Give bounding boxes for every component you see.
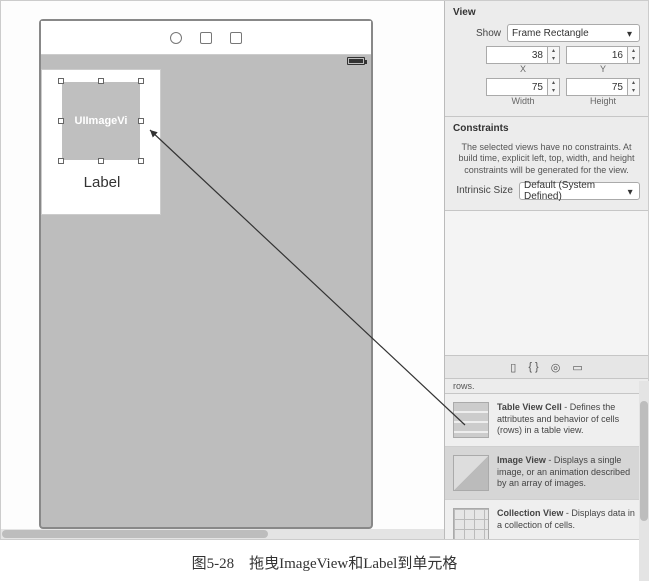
library-item-collection-view[interactable]: Collection View - Displays data in a col…: [445, 500, 648, 539]
truncated-item-text: rows.: [445, 379, 648, 394]
scene-toolbar: [41, 21, 371, 55]
chevron-down-icon: ▾: [628, 187, 635, 195]
resize-handle-ml[interactable]: [58, 118, 64, 124]
y-field[interactable]: 16: [566, 46, 628, 64]
resize-handle-tm[interactable]: [98, 78, 104, 84]
show-select[interactable]: Frame Rectangle ▾: [507, 24, 640, 42]
canvas-scrollbar-h[interactable]: [1, 529, 444, 539]
resize-handle-br[interactable]: [138, 158, 144, 164]
width-stepper[interactable]: ▴▾: [548, 78, 560, 96]
constraints-section: Constraints The selected views have no c…: [445, 117, 648, 211]
resize-handle-bl[interactable]: [58, 158, 64, 164]
y-stepper[interactable]: ▴▾: [628, 46, 640, 64]
height-sublabel: Height: [566, 96, 640, 106]
view-section: View Show Frame Rectangle ▾ 38▴▾ X 16▴▾: [445, 1, 648, 117]
status-bar: [41, 55, 371, 69]
resize-handle-tr[interactable]: [138, 78, 144, 84]
resize-handle-tl[interactable]: [58, 78, 64, 84]
library-tabs: ▯ { } ◎ ▭: [445, 355, 648, 379]
view-section-title: View: [453, 7, 640, 18]
figure-caption: 图5-28 拖曳ImageView和Label到单元格: [0, 540, 649, 573]
code-snippet-tab-icon[interactable]: { }: [528, 361, 538, 373]
file-template-tab-icon[interactable]: ▯: [510, 361, 516, 374]
interface-builder-canvas[interactable]: UIImageVi Label: [1, 1, 444, 539]
width-sublabel: Width: [486, 96, 560, 106]
intrinsic-size-select[interactable]: Default (System Defined) ▾: [519, 182, 640, 200]
intrinsic-size-label: Intrinsic Size: [453, 185, 513, 196]
constraints-text: The selected views have no constraints. …: [453, 140, 640, 178]
y-sublabel: Y: [566, 64, 640, 74]
x-sublabel: X: [486, 64, 560, 74]
view-controller-icon[interactable]: [170, 32, 182, 44]
resize-handle-bm[interactable]: [98, 158, 104, 164]
table-view-cell[interactable]: UIImageVi Label: [41, 69, 161, 215]
device-frame: UIImageVi Label: [39, 19, 373, 529]
exit-icon[interactable]: [230, 32, 242, 44]
image-view-icon: [453, 455, 489, 491]
battery-icon: [347, 57, 365, 65]
constraints-title: Constraints: [453, 123, 640, 134]
object-library[interactable]: Table View Cell - Defines the attributes…: [445, 394, 648, 539]
show-label: Show: [453, 28, 501, 39]
chevron-down-icon: ▾: [627, 29, 635, 37]
object-library-tab-icon[interactable]: ◎: [551, 361, 561, 374]
first-responder-icon[interactable]: [200, 32, 212, 44]
collection-view-icon: [453, 508, 489, 539]
height-field[interactable]: 75: [566, 78, 628, 96]
library-item-image-view[interactable]: Image View - Displays a single image, or…: [445, 447, 648, 500]
resize-handle-mr[interactable]: [138, 118, 144, 124]
x-stepper[interactable]: ▴▾: [548, 46, 560, 64]
uiimageview-selected[interactable]: UIImageVi: [62, 82, 140, 160]
uiimageview-placeholder-text: UIImageVi: [75, 115, 128, 127]
height-stepper[interactable]: ▴▾: [628, 78, 640, 96]
media-library-tab-icon[interactable]: ▭: [572, 361, 582, 374]
inspector-panel: View Show Frame Rectangle ▾ 38▴▾ X 16▴▾: [444, 1, 648, 539]
x-field[interactable]: 38: [486, 46, 548, 64]
table-view-cell-icon: [453, 402, 489, 438]
width-field[interactable]: 75: [486, 78, 548, 96]
editor-window: UIImageVi Label View Show: [0, 0, 649, 540]
library-item-table-view-cell[interactable]: Table View Cell - Defines the attributes…: [445, 394, 648, 447]
library-scrollbar-v[interactable]: [639, 381, 649, 581]
uilabel[interactable]: Label: [42, 174, 162, 191]
